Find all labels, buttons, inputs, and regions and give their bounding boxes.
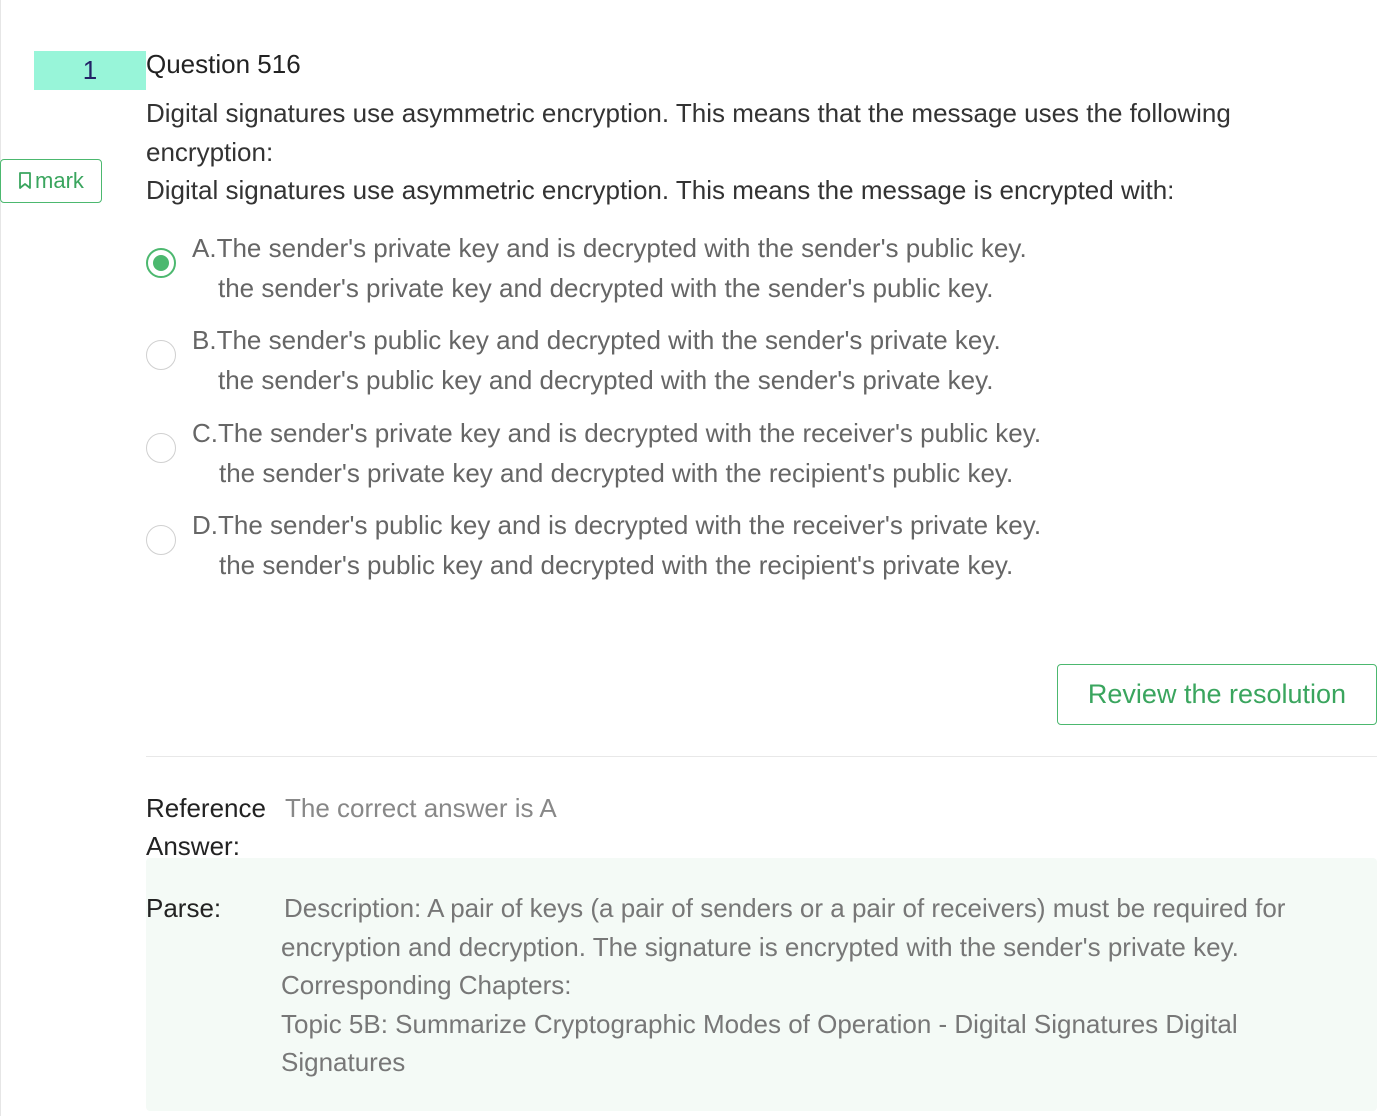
option-b-letter: B. [192,325,217,355]
option-a[interactable]: A.The sender's private key and is decryp… [146,233,1146,328]
option-c[interactable]: C.The sender's private key and is decryp… [146,418,1146,513]
parse-text: Description: A pair of keys (a pair of s… [281,889,1341,1082]
option-b-radio[interactable] [146,340,176,370]
question-stem-line: Digital signatures use asymmetric encryp… [146,175,1175,205]
divider [146,756,1377,757]
option-b-text: The sender's public key and decrypted wi… [216,325,1001,355]
bookmark-icon [19,172,31,189]
option-d-radio[interactable] [146,525,176,555]
parse-topic: Topic 5B: Summarize Cryptographic Modes … [281,1008,1238,1078]
mark-button-label: mark [35,168,84,193]
mark-button[interactable]: mark [0,159,102,203]
option-d-letter: D. [192,510,218,540]
option-a-alt-text: the sender's private key and decrypted w… [218,273,994,303]
option-b-label: B.The sender's public key and decrypted … [192,324,1001,356]
option-c-alt-text: the sender's private key and decrypted w… [219,458,1014,488]
option-b-alt-text: the sender's public key and decrypted wi… [218,365,994,395]
option-c-label: C.The sender's private key and is decryp… [192,417,1041,449]
option-a-text: The sender's private key and is decrypte… [216,233,1027,263]
reference-answer-label: Reference Answer: [146,789,276,865]
option-b[interactable]: B.The sender's public key and decrypted … [146,325,1146,420]
review-resolution-button[interactable]: Review the resolution [1057,664,1377,725]
option-c-letter: C. [192,418,218,448]
reference-answer-value: The correct answer is A [285,793,557,823]
option-c-radio[interactable] [146,433,176,463]
option-c-text: The sender's private key and is decrypte… [218,418,1042,448]
option-d-alt-text: the sender's public key and decrypted wi… [219,550,1014,580]
question-title: Question 516 [146,49,301,79]
option-d-label: D.The sender's public key and is decrypt… [192,509,1041,541]
parse-chapters-heading: Corresponding Chapters: [281,970,572,1000]
option-a-radio[interactable] [146,248,176,278]
option-a-letter: A. [192,233,217,263]
parse-label: Parse: [146,893,222,923]
question-number-badge: 1 [34,51,146,90]
option-d[interactable]: D.The sender's public key and is decrypt… [146,510,1146,605]
parse-description: Description: A pair of keys (a pair of s… [281,893,1286,962]
question-stem-line: Digital signatures use asymmetric encryp… [146,98,1231,167]
question-stem: Digital signatures use asymmetric encryp… [146,94,1346,210]
reference-label-line: Reference [146,793,266,823]
option-d-text: The sender's public key and is decrypted… [218,510,1042,540]
option-a-label: A.The sender's private key and is decryp… [192,232,1027,264]
